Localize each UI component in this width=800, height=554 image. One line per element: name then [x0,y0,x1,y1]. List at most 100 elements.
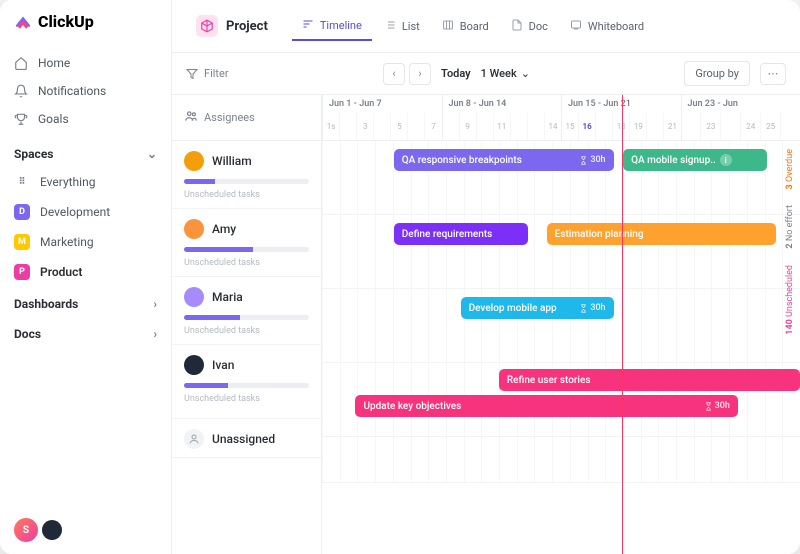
team-avatar[interactable] [42,520,62,540]
view-tabs: TimelineListBoardDocWhiteboard [292,12,654,41]
nav-notifications[interactable]: Notifications [0,77,171,105]
nav-goals-label: Goals [38,112,69,126]
time-estimate: 30h [579,303,605,313]
chevron-down-icon: ⌄ [147,147,157,161]
avatar [184,151,204,171]
main: Project TimelineListBoardDocWhiteboard F… [172,0,800,554]
today-line [622,95,623,554]
right-badges: 3 Overdue 2 No effort 140 Unscheduled [782,141,800,554]
nav-home[interactable]: Home [0,49,171,77]
timeline-row: QA responsive breakpoints30h QA mobile si… [322,141,800,215]
space-name: Project [226,19,268,34]
user-icon [184,429,204,449]
assignee-row[interactable]: Unassigned [172,419,321,458]
space-badge-icon: P [14,264,30,280]
spaces-header[interactable]: Spaces⌄ [0,137,171,167]
avatar [184,355,204,375]
unscheduled-label[interactable]: Unscheduled tasks [184,394,309,404]
whiteboard-icon [570,19,582,34]
overdue-badge[interactable]: 3 Overdue [782,141,800,197]
assignee-header[interactable]: Assignees [172,95,321,141]
info-icon: i [720,154,732,166]
unscheduled-label[interactable]: Unscheduled tasks [184,190,309,200]
assignee-row[interactable]: AmyUnscheduled tasks [172,209,321,277]
grid-icon: ⠿ [14,174,30,190]
unscheduled-badge[interactable]: 140 Unscheduled [782,257,800,343]
brand-name: ClickUp [38,12,94,31]
avatar [184,219,204,239]
progress-bar [184,383,309,388]
progress-bar [184,179,309,184]
task-bar[interactable]: Estimation planning [547,223,776,245]
filter-icon [186,68,198,80]
task-bar[interactable]: QA responsive breakpoints30h [394,149,614,171]
bell-icon [14,84,28,98]
sidebar-space-everything[interactable]: ⠿Everything [0,167,171,197]
progress-bar [184,315,309,320]
logo-icon [14,13,32,31]
dashboards-header[interactable]: Dashboards› [0,287,171,317]
timeline-canvas[interactable]: Jun 1 - Jun 71s357Jun 8 - Jun 1491114Jun… [322,95,800,554]
docs-header[interactable]: Docs› [0,317,171,347]
space-badge-icon: D [14,204,30,220]
view-tab-list[interactable]: List [374,12,430,41]
timeline-grid: Assignees WilliamUnscheduled tasksAmyUns… [172,95,800,554]
cube-icon [196,15,218,37]
assignee-row[interactable]: IvanUnscheduled tasks [172,345,321,419]
assignee-row[interactable]: MariaUnscheduled tasks [172,277,321,345]
space-badge-icon: M [14,234,30,250]
view-tab-timeline[interactable]: Timeline [292,12,372,41]
noeffort-badge[interactable]: 2 No effort [782,197,800,257]
nav-notifications-label: Notifications [38,84,106,98]
board-icon [442,19,454,34]
unscheduled-label[interactable]: Unscheduled tasks [184,258,309,268]
more-button[interactable]: ⋯ [760,63,786,85]
topbar: Project TimelineListBoardDocWhiteboard [172,0,800,53]
task-bar[interactable]: Refine user stories [499,369,800,391]
hourglass-icon [704,402,713,411]
unscheduled-label[interactable]: Unscheduled tasks [184,326,309,336]
today-label[interactable]: Today [441,67,471,80]
week-label: Jun 1 - Jun 7 [323,95,442,113]
range-selector[interactable]: 1 Week ⌄ [481,67,530,80]
timeline-prev-button[interactable]: ‹ [383,63,405,85]
progress-bar [184,247,309,252]
week-label: Jun 8 - Jun 14 [443,95,562,113]
timeline-icon [302,18,314,33]
nav-home-label: Home [38,56,70,70]
view-tab-whiteboard[interactable]: Whiteboard [560,12,654,41]
chevron-right-icon: › [153,297,157,311]
chevron-down-icon: ⌄ [521,67,530,80]
nav-goals[interactable]: Goals [0,105,171,133]
timeline-next-button[interactable]: › [409,63,431,85]
view-tab-board[interactable]: Board [432,12,499,41]
home-icon [14,56,28,70]
people-icon [184,109,198,126]
task-bar[interactable]: Update key objectives30h [355,395,737,417]
hourglass-icon [579,156,588,165]
toolbar: Filter ‹ › Today 1 Week ⌄ Group by ⋯ [172,53,800,95]
sidebar-space-marketing[interactable]: MMarketing [0,227,171,257]
assignee-row[interactable]: WilliamUnscheduled tasks [172,141,321,209]
timeline-row [322,437,800,483]
trophy-icon [14,112,28,126]
brand-logo[interactable]: ClickUp [0,12,171,45]
timeline-row: Develop mobile app30h [322,289,800,363]
sidebar-space-product[interactable]: PProduct [0,257,171,287]
me-avatar[interactable]: S [14,518,38,542]
timeline-row: Define requirements Estimation planning [322,215,800,289]
task-bar[interactable]: Develop mobile app30h [461,297,614,319]
chevron-right-icon: › [153,327,157,341]
filter-button[interactable]: Filter [186,67,229,80]
timeline-row: Refine user stories Update key objectives… [322,363,800,437]
time-estimate: 30h [704,401,730,411]
space-chip[interactable]: Project [186,10,278,42]
sidebar-space-development[interactable]: DDevelopment [0,197,171,227]
task-bar[interactable]: QA mobile signup..i [623,149,766,171]
group-by-button[interactable]: Group by [684,61,750,86]
timeline-header: Jun 1 - Jun 71s357Jun 8 - Jun 1491114Jun… [322,95,800,141]
list-icon [384,19,396,34]
task-bar[interactable]: Define requirements [394,223,528,245]
sidebar: ClickUp Home Notifications Goals Spaces⌄… [0,0,172,554]
view-tab-doc[interactable]: Doc [501,12,558,41]
